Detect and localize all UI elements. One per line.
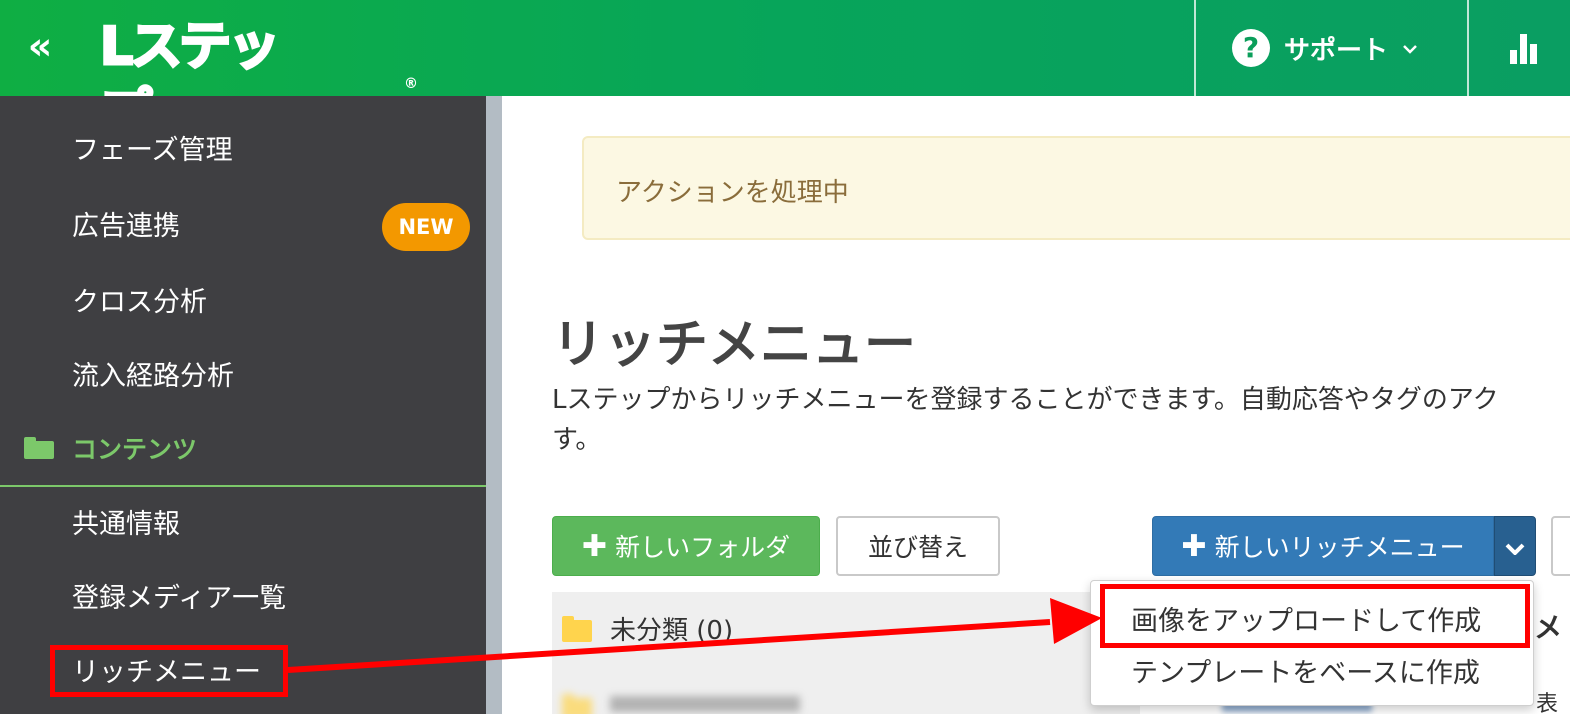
page-description: Lステップからリッチメニューを登録することができます。自動応答やタグのアク す。 bbox=[552, 380, 1570, 460]
processing-alert: アクションを処理中 bbox=[582, 136, 1570, 240]
list-cell-text: 表 bbox=[1536, 692, 1559, 714]
new-rich-menu-button[interactable]: ✚ 新しいリッチメニュー bbox=[1152, 516, 1494, 576]
bar-chart-icon[interactable] bbox=[1510, 34, 1542, 64]
section-label: コンテンツ bbox=[72, 435, 198, 464]
header-divider bbox=[1194, 0, 1196, 96]
folder-icon bbox=[562, 694, 592, 714]
plus-icon: ✚ bbox=[581, 528, 608, 564]
new-badge: NEW bbox=[382, 203, 470, 251]
lstep-logo[interactable]: Lステップ ® bbox=[99, 14, 419, 145]
collapse-sidebar-icon[interactable]: « bbox=[22, 27, 58, 66]
folder-item-uncategorized[interactable]: 未分類 (0) bbox=[562, 610, 733, 647]
chevron-down-icon bbox=[1505, 532, 1525, 561]
blurred-label bbox=[610, 696, 800, 712]
sidebar bbox=[0, 96, 486, 714]
sort-button[interactable]: 並び替え bbox=[836, 516, 1000, 576]
plus-icon: ✚ bbox=[1181, 528, 1207, 564]
support-label: サポート bbox=[1284, 35, 1389, 66]
sidebar-item-cross-analysis[interactable]: クロス分析 bbox=[72, 285, 207, 321]
sidebar-item-inflow-analysis[interactable]: 流入経路分析 bbox=[72, 359, 234, 395]
new-rich-menu-dropdown-toggle[interactable] bbox=[1494, 516, 1536, 576]
sidebar-section-contents[interactable]: コンテンツ bbox=[24, 430, 197, 466]
sidebar-item-common-info[interactable]: 共通情報 bbox=[72, 507, 180, 543]
highlight-box-sidebar bbox=[50, 645, 288, 697]
header-divider bbox=[1467, 0, 1469, 96]
button-label: 新しいリッチメニュー bbox=[1214, 533, 1465, 562]
question-circle-icon: ? bbox=[1232, 29, 1270, 67]
alert-text: アクションを処理中 bbox=[616, 178, 849, 208]
chevron-down-icon bbox=[1402, 38, 1418, 59]
list-header-text: メ bbox=[1534, 611, 1563, 644]
support-menu[interactable]: ? サポート bbox=[1232, 28, 1418, 68]
dropdown-item-from-template[interactable]: テンプレートをベースに作成 bbox=[1131, 651, 1480, 690]
section-divider bbox=[0, 485, 486, 487]
folder-open-icon bbox=[24, 437, 54, 459]
new-folder-button[interactable]: ✚ 新しいフォルダ bbox=[552, 516, 820, 576]
folder-item-blurred[interactable] bbox=[562, 694, 800, 714]
extra-button[interactable] bbox=[1551, 516, 1570, 576]
description-line: Lステップからリッチメニューを登録することができます。自動応答やタグのアク bbox=[552, 385, 1499, 415]
folder-label: 未分類 (0) bbox=[610, 616, 734, 646]
description-line: す。 bbox=[552, 425, 602, 455]
folder-icon bbox=[562, 615, 592, 642]
button-label: 新しいフォルダ bbox=[615, 533, 791, 562]
sidebar-item-phase[interactable]: フェーズ管理 bbox=[72, 133, 233, 169]
button-label: 並び替え bbox=[867, 533, 968, 562]
sidebar-item-media-list[interactable]: 登録メディア一覧 bbox=[72, 581, 286, 617]
page-title: リッチメニュー bbox=[552, 315, 917, 375]
sidebar-scrollbar[interactable] bbox=[486, 96, 502, 714]
logo-registered-mark: ® bbox=[404, 76, 418, 92]
top-header: « Lステップ ® ? サポート bbox=[0, 0, 1570, 145]
sidebar-item-ad-integration[interactable]: 広告連携 bbox=[72, 209, 180, 245]
highlight-box-dropdown bbox=[1100, 584, 1530, 648]
